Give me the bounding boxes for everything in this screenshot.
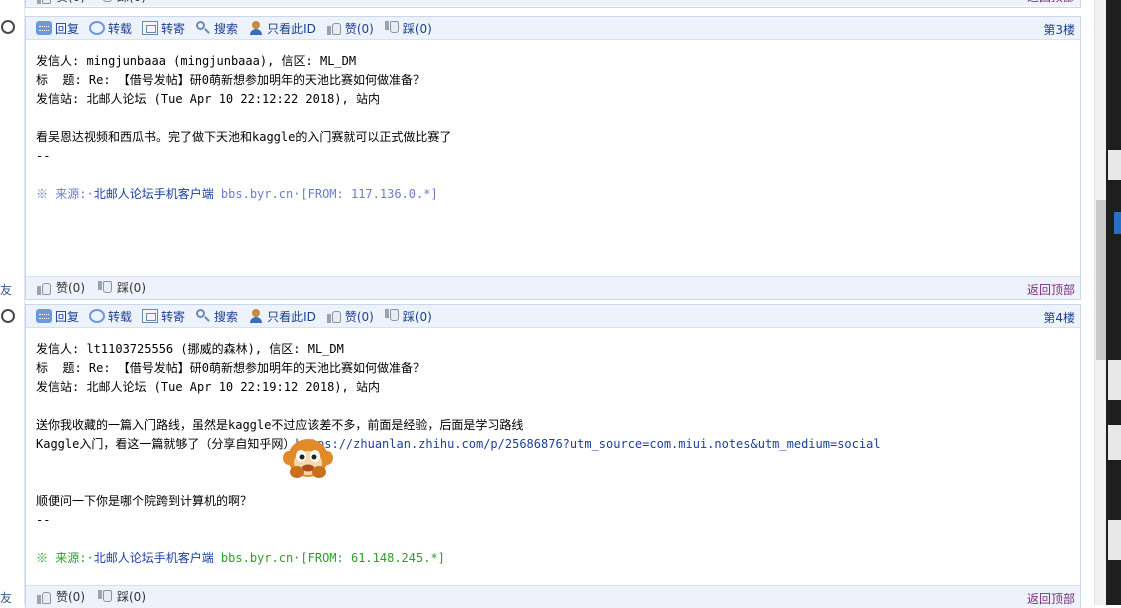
previous-post-footer: 赞(0) 踩(0) 返回顶部 bbox=[25, 0, 1081, 8]
dislike-button[interactable]: 踩(0) bbox=[97, 588, 146, 605]
post-content: 发信人: mingjunbaaa (mingjunbaaa), 信区: ML_D… bbox=[36, 52, 451, 204]
friend-label[interactable]: 友 bbox=[0, 281, 12, 298]
floor-number[interactable]: 第3楼 bbox=[1043, 21, 1075, 38]
search-button[interactable]: 搜索 bbox=[195, 308, 238, 325]
friend-label[interactable]: 友 bbox=[0, 589, 12, 606]
station-line: 发信站: 北邮人论坛 (Tue Apr 10 22:19:12 2018), 站… bbox=[36, 380, 380, 394]
forward-button[interactable]: 转载 bbox=[89, 20, 132, 37]
station-line: 发信站: 北邮人论坛 (Tue Apr 10 22:12:22 2018), 站… bbox=[36, 92, 380, 106]
mail-icon bbox=[142, 309, 159, 323]
zhihu-link[interactable]: https://zhuanlan.zhihu.com/p/25686876?ut… bbox=[295, 437, 880, 451]
thumbs-down-icon bbox=[384, 21, 400, 35]
floor-number[interactable]: 第4楼 bbox=[1043, 309, 1075, 326]
post-footer: 赞(0) 踩(0) 返回顶部 bbox=[26, 276, 1080, 299]
dislike-button[interactable]: 踩(0) bbox=[97, 0, 146, 5]
forward-icon bbox=[89, 21, 106, 35]
subject-line: 标 题: Re: 【借号发帖】研0萌新想参加明年的天池比赛如何做准备？ bbox=[36, 73, 426, 87]
post-content: 发信人: lt1103725556 (挪威的森林), 信区: ML_DM 标 题… bbox=[36, 340, 881, 568]
sender-line: 发信人: mingjunbaaa (mingjunbaaa), 信区: ML_D… bbox=[36, 54, 357, 68]
thumbs-up-icon bbox=[326, 309, 342, 323]
source-line: ※ 来源:·北邮人论坛手机客户端 bbs.byr.cn·[FROM: 61.14… bbox=[36, 551, 445, 565]
post-floor-3: 回复 转载 转寄 搜索 只看此ID 赞(0) 踩(0) 第3楼 发信人: min… bbox=[25, 16, 1081, 300]
like-button[interactable]: 赞(0) bbox=[326, 20, 374, 37]
user-badge-icon bbox=[1, 309, 15, 323]
like-button[interactable]: 赞(0) bbox=[36, 588, 85, 605]
thumbs-up-icon bbox=[36, 590, 52, 604]
question-line: 顺便问一下你是哪个院跨到计算机的啊？ bbox=[36, 494, 253, 508]
only-this-id-button[interactable]: 只看此ID bbox=[248, 20, 316, 37]
page-margin bbox=[1082, 0, 1094, 605]
like-button[interactable]: 赞(0) bbox=[326, 308, 374, 325]
dislike-button[interactable]: 踩(0) bbox=[384, 20, 432, 37]
client-link[interactable]: 北邮人论坛手机客户端 bbox=[94, 187, 214, 201]
post-toolbar: 回复 转载 转寄 搜索 只看此ID 赞(0) 踩(0) 第4楼 bbox=[26, 305, 1080, 328]
left-user-column: 友 友 bbox=[0, 0, 25, 605]
thumbs-down-icon bbox=[97, 0, 113, 4]
source-line: ※ 来源:·北邮人论坛手机客户端 bbs.byr.cn·[FROM: 117.1… bbox=[36, 187, 438, 201]
thumbs-up-icon bbox=[326, 21, 342, 35]
only-this-id-button[interactable]: 只看此ID bbox=[248, 308, 316, 325]
mail-forward-button[interactable]: 转寄 bbox=[142, 308, 185, 325]
subject-line: 标 题: Re: 【借号发帖】研0萌新想参加明年的天池比赛如何做准备？ bbox=[36, 361, 426, 375]
mail-forward-button[interactable]: 转寄 bbox=[142, 20, 185, 37]
forward-button[interactable]: 转载 bbox=[89, 308, 132, 325]
body-line: 送你我收藏的一篇入门路线，虽然是kaggle不过应该差不多，前面是经验，后面是学… bbox=[36, 418, 524, 432]
post-toolbar: 回复 转载 转寄 搜索 只看此ID 赞(0) 踩(0) 第3楼 bbox=[26, 17, 1080, 40]
monkey-emoticon-icon bbox=[283, 439, 333, 478]
sender-line: 发信人: lt1103725556 (挪威的森林), 信区: ML_DM bbox=[36, 342, 344, 356]
link-line: Kaggle入门，看这一篇就够了（分享自知乎网）https://zhuanlan… bbox=[36, 437, 881, 451]
reply-icon bbox=[36, 309, 52, 323]
reply-icon bbox=[36, 21, 52, 35]
back-to-top-link[interactable]: 返回顶部 bbox=[1027, 281, 1075, 298]
user-icon bbox=[248, 309, 264, 323]
thumbs-down-icon bbox=[97, 589, 113, 604]
post-floor-4: 回复 转载 转寄 搜索 只看此ID 赞(0) 踩(0) 第4楼 发信人: lt1… bbox=[25, 304, 1081, 608]
user-badge-icon bbox=[1, 20, 15, 34]
forward-icon bbox=[89, 309, 106, 323]
search-button[interactable]: 搜索 bbox=[195, 20, 238, 37]
back-to-top-link[interactable]: 返回顶部 bbox=[1027, 0, 1075, 5]
search-icon bbox=[195, 309, 211, 323]
thumbs-up-icon bbox=[36, 281, 52, 295]
thumbs-up-icon bbox=[36, 0, 52, 4]
signature-separator: -- bbox=[36, 513, 51, 527]
client-link[interactable]: 北邮人论坛手机客户端 bbox=[94, 551, 214, 565]
user-icon bbox=[248, 21, 264, 35]
body-line: 看吴恩达视频和西瓜书。完了做下天池和kaggle的入门赛就可以正式做比赛了 bbox=[36, 130, 452, 144]
search-icon bbox=[195, 21, 211, 35]
like-button[interactable]: 赞(0) bbox=[36, 0, 85, 5]
reply-button[interactable]: 回复 bbox=[36, 20, 79, 37]
dislike-button[interactable]: 踩(0) bbox=[97, 279, 146, 296]
dislike-button[interactable]: 踩(0) bbox=[384, 308, 432, 325]
adjacent-window-edge bbox=[1106, 0, 1121, 605]
mail-icon bbox=[142, 21, 159, 35]
scrollbar-thumb[interactable] bbox=[1096, 200, 1106, 360]
thumbs-down-icon bbox=[97, 280, 113, 295]
like-button[interactable]: 赞(0) bbox=[36, 279, 85, 296]
back-to-top-link[interactable]: 返回顶部 bbox=[1027, 590, 1075, 607]
thumbs-down-icon bbox=[384, 309, 400, 323]
signature-separator: -- bbox=[36, 149, 51, 163]
reply-button[interactable]: 回复 bbox=[36, 308, 79, 325]
